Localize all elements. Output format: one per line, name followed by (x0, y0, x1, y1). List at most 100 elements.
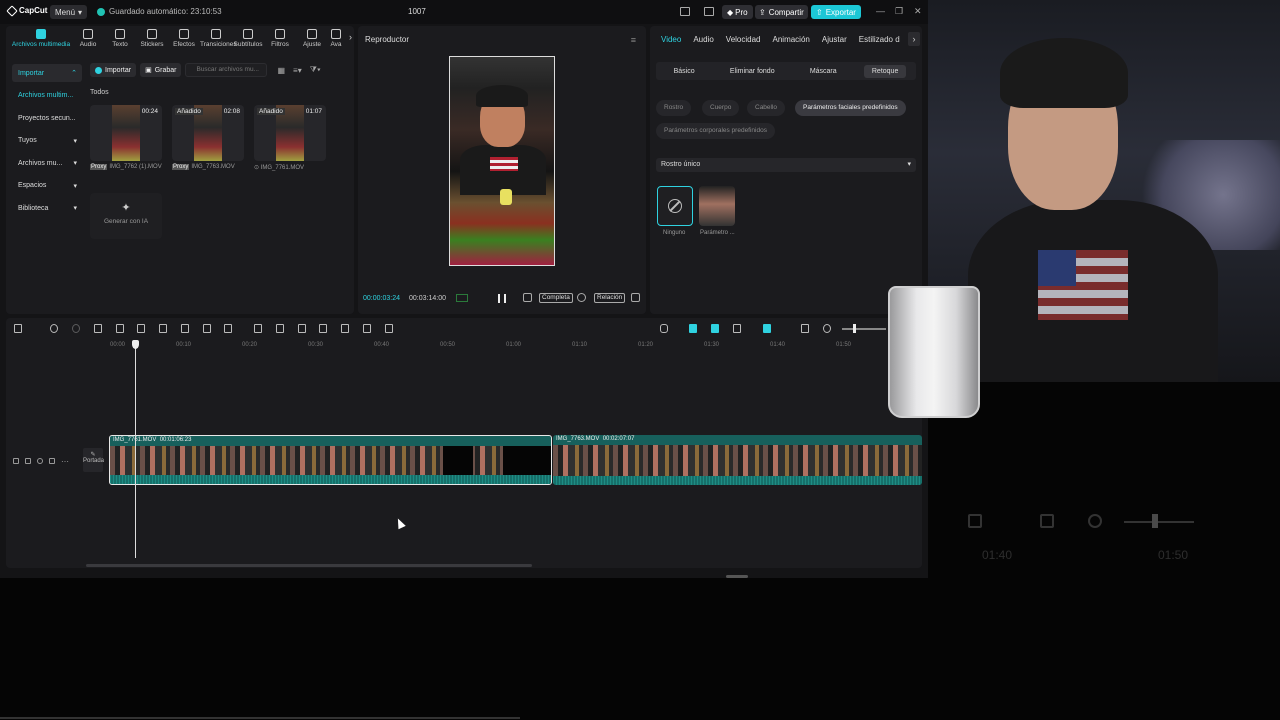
sidebar-item-yours[interactable]: Tuyos ▾ (12, 132, 82, 150)
menu-icon[interactable]: ≡ (631, 35, 636, 45)
aspect-ratio-button[interactable]: Relación (594, 293, 626, 303)
eye-icon[interactable] (37, 458, 43, 464)
chip-face-presets[interactable]: Parámetros faciales predefinidos (795, 100, 906, 116)
freeze-icon[interactable] (254, 324, 262, 333)
chip-body[interactable]: Cuerpo (702, 100, 740, 116)
full-quality-button[interactable]: Completa (539, 293, 573, 303)
sub-tab-basic[interactable]: Básico (666, 65, 703, 78)
tab-captions[interactable]: Subtítulos (232, 26, 264, 48)
tab-stickers[interactable]: Stickers (136, 26, 168, 48)
lock-icon[interactable] (25, 458, 31, 464)
playhead-handle[interactable] (132, 340, 139, 349)
export-button[interactable]: ⇧ Exportar (811, 5, 861, 19)
filter-icon[interactable]: ⧩▾ (310, 65, 321, 75)
fullscreen-icon[interactable] (631, 293, 640, 302)
sub-tab-remove-bg[interactable]: Eliminar fondo (722, 65, 783, 78)
sidebar-item-media-files[interactable]: Archivos multim... (12, 87, 82, 105)
chevron-right-icon[interactable]: › (908, 32, 920, 46)
zoom-out-icon[interactable] (823, 324, 831, 333)
sidebar-item-spaces[interactable]: Espacios ▾ (12, 177, 82, 195)
import-button[interactable]: Importar (90, 63, 137, 77)
subtitle-icon[interactable] (341, 324, 349, 333)
tab-avatar[interactable]: Ava (328, 26, 344, 48)
speaker-icon[interactable] (49, 458, 55, 464)
preset-none[interactable] (657, 186, 693, 226)
track-select-icon[interactable] (13, 458, 19, 464)
zoom-slider-handle[interactable] (853, 324, 856, 333)
timeline-clip[interactable]: IMG_7761.MOV 00:01:06:23 (109, 435, 552, 485)
chevron-right-icon[interactable]: › (349, 32, 352, 42)
sidebar-item-subprojects[interactable]: Proyectos secun... (12, 109, 82, 127)
media-search-input[interactable]: Buscar archivos mu... (185, 63, 268, 77)
tab-filters[interactable]: Filtros (264, 26, 296, 48)
timeline-clip[interactable]: IMG_7763.MOV 00:02:07:07 (553, 435, 922, 485)
project-title[interactable]: 1007 (408, 7, 426, 16)
chip-face[interactable]: Rostro (656, 100, 692, 116)
media-item[interactable]: 00:24 (90, 105, 162, 161)
caption-track-icon[interactable] (801, 324, 809, 333)
video-preview[interactable] (449, 56, 555, 266)
zoom-fit-icon[interactable] (577, 293, 586, 302)
cover-button[interactable]: ✎ Portada (83, 448, 104, 472)
magnet-icon[interactable] (711, 324, 719, 333)
ai-icon[interactable] (298, 324, 306, 333)
share-button[interactable]: ⇪ Compartir (755, 5, 808, 19)
sub-tab-retouch[interactable]: Retoque (863, 64, 907, 78)
crop-icon[interactable] (523, 293, 532, 302)
crop-icon[interactable] (203, 324, 211, 333)
grid-view-icon[interactable]: ▦ (277, 66, 285, 75)
speed-icon[interactable] (224, 324, 232, 333)
tab-transitions[interactable]: Transiciones (200, 26, 237, 48)
tab-audio[interactable]: Audio (687, 35, 719, 44)
tab-media[interactable]: Archivos multimedia (10, 26, 72, 48)
tab-adjust[interactable]: Ajuste (296, 26, 328, 48)
sort-icon[interactable]: ≡▾ (293, 66, 302, 75)
layout-icon[interactable] (680, 7, 690, 16)
chip-hair[interactable]: Cabello (747, 100, 786, 116)
mirror-icon[interactable] (276, 324, 284, 333)
microphone-icon[interactable] (660, 324, 668, 333)
shortcuts-icon[interactable] (704, 7, 714, 16)
more-icon[interactable]: ⋯ (61, 457, 69, 466)
delete-icon[interactable] (159, 324, 167, 333)
tab-stylize[interactable]: Estilizado d (853, 35, 906, 44)
timeline-scrollbar[interactable] (86, 564, 532, 567)
trim-right-icon[interactable] (137, 324, 145, 333)
generate-ai-button[interactable]: ✦ Generar con IA (90, 193, 162, 239)
effect-icon[interactable] (319, 324, 327, 333)
undo-icon[interactable] (50, 324, 58, 333)
timeline-ruler[interactable]: 00:00 00:10 00:20 00:30 00:40 00:50 01:00 01:10… (110, 342, 922, 352)
tab-animation[interactable]: Animación (767, 35, 816, 44)
preview-axis-icon[interactable] (763, 324, 771, 333)
marker-icon[interactable] (181, 324, 189, 333)
close-icon[interactable]: ✕ (914, 6, 922, 17)
tab-speed[interactable]: Velocidad (720, 35, 767, 44)
sidebar-item-import[interactable]: Importar ⌃ (12, 64, 82, 82)
audio-wave-icon[interactable] (385, 324, 393, 333)
split-icon[interactable] (94, 324, 102, 333)
tab-video[interactable]: Video (655, 35, 687, 44)
menu-button[interactable]: Menú ▾ (50, 5, 88, 19)
face-mode-select[interactable]: Rostro único ▾ (656, 158, 916, 172)
record-button[interactable]: ▣ Grabar (140, 63, 182, 77)
sub-tab-mask[interactable]: Máscara (802, 65, 845, 78)
select-tool-icon[interactable] (14, 324, 22, 333)
trim-left-icon[interactable] (116, 324, 124, 333)
preset-param[interactable] (699, 186, 735, 226)
minimize-icon[interactable]: — (876, 6, 885, 16)
redo-icon[interactable] (72, 324, 80, 333)
sidebar-item-library[interactable]: Biblioteca ▾ (12, 199, 82, 217)
link-main-track-icon[interactable] (689, 324, 697, 333)
tab-adjust[interactable]: Ajustar (816, 35, 853, 44)
pause-button[interactable] (498, 294, 506, 303)
playhead[interactable] (135, 340, 136, 558)
media-item[interactable]: Añadido 01:07 (254, 105, 326, 161)
pro-button[interactable]: ◆ Pro (722, 5, 753, 19)
link-icon[interactable] (733, 324, 741, 333)
tab-audio[interactable]: Audio (72, 26, 104, 48)
zoom-slider[interactable] (842, 328, 886, 330)
maximize-icon[interactable]: ❐ (895, 6, 903, 17)
chip-body-presets[interactable]: Parámetros corporales predefinidos (656, 123, 775, 139)
sidebar-item-media-more[interactable]: Archivos mu... ▾ (12, 154, 82, 172)
media-item[interactable]: Añadido 02:08 (172, 105, 244, 161)
